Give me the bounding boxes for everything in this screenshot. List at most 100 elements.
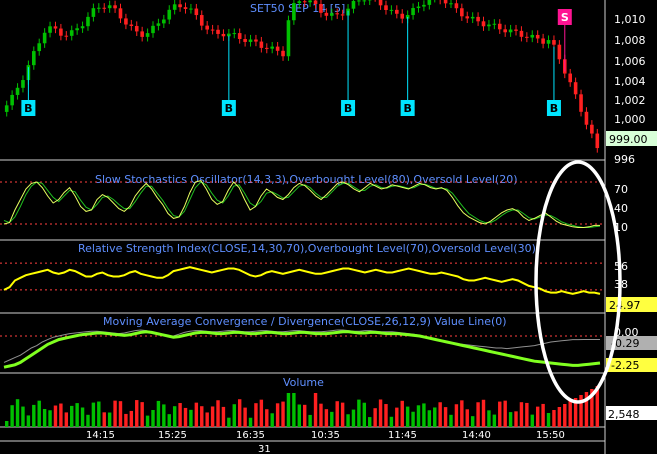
candle-body	[335, 13, 340, 15]
candle-body	[313, 0, 318, 5]
macd-title: Moving Average Convergence / Divergence(…	[103, 315, 507, 328]
volume-bar	[232, 404, 236, 427]
candle-body	[324, 12, 329, 16]
volume-bar	[270, 413, 274, 427]
signal-label: S	[561, 11, 569, 24]
candle-body	[460, 8, 464, 17]
candle-body	[595, 133, 600, 149]
volume-title: Volume	[283, 376, 324, 389]
candle-body	[151, 25, 155, 34]
volume-bar	[259, 399, 264, 427]
time-tick-label: 15:25	[158, 430, 187, 441]
stoch-tick-label: 70	[614, 183, 628, 196]
macd-line-value: -2.25	[611, 359, 639, 372]
macd-line	[3, 330, 601, 369]
volume-bar	[292, 393, 296, 427]
signal-label: B	[550, 102, 558, 115]
candle-body	[275, 46, 280, 51]
candle-body	[86, 16, 90, 27]
candle-body	[270, 46, 274, 49]
volume-bar	[32, 404, 36, 427]
candle-body	[4, 105, 9, 112]
volume-bar	[568, 401, 572, 427]
volume-bar	[124, 413, 128, 427]
volume-bar	[26, 415, 31, 427]
volume-bar	[10, 405, 14, 427]
candle-body	[232, 33, 237, 35]
candle-body	[237, 33, 242, 39]
candle-body	[156, 23, 161, 26]
candle-body	[362, 0, 367, 2]
candle-body	[579, 94, 583, 112]
candle-body	[243, 38, 247, 42]
volume-bar	[21, 406, 25, 427]
volume-bar	[433, 407, 437, 427]
candle-body	[416, 6, 421, 9]
price-tick-label: 1,002	[614, 94, 646, 107]
volume-bar	[5, 421, 9, 427]
candle-body	[449, 3, 453, 5]
candle-body	[573, 82, 578, 95]
volume-bar	[330, 411, 334, 427]
volume-bar	[70, 405, 74, 427]
volume-bar	[443, 407, 448, 427]
date-label: 31	[258, 444, 271, 454]
volume-bar	[151, 410, 155, 427]
volume-bar	[351, 409, 356, 427]
volume-bar	[405, 406, 410, 427]
volume-bar	[384, 404, 388, 427]
volume-bar	[470, 416, 475, 427]
stoch-tick-label: 40	[614, 202, 628, 215]
candle-body	[525, 36, 529, 38]
volume-bar	[308, 414, 312, 427]
volume-bar	[487, 410, 491, 427]
volume-bar	[178, 403, 182, 427]
volume-bar	[535, 406, 540, 427]
volume-bar	[368, 417, 372, 427]
chart-stage: SET50 SEP 14 [5] Slow Stochastics Oscill…	[0, 0, 657, 454]
price-tick-label: 1,004	[614, 75, 646, 88]
candle-body	[15, 87, 20, 95]
volume-bar	[362, 402, 367, 427]
candle-body	[557, 44, 562, 60]
candle-body	[530, 34, 535, 38]
volume-bar	[135, 400, 139, 427]
candle-body	[64, 35, 69, 37]
volume-bar	[265, 409, 269, 427]
volume-bar	[162, 404, 166, 427]
candle-body	[102, 7, 107, 9]
candle-body	[75, 28, 79, 31]
volume-bar	[525, 402, 529, 427]
price-chart-title: SET50 SEP 14 [5]	[250, 2, 345, 15]
stock-chart-svg: SET50 SEP 14 [5] Slow Stochastics Oscill…	[0, 0, 657, 454]
volume-bar	[389, 416, 394, 427]
candle-body	[178, 4, 182, 8]
rsi-current-value: 24.97	[609, 299, 641, 312]
candle-body	[568, 73, 572, 83]
candle-body	[199, 15, 204, 26]
candle-body	[264, 47, 269, 49]
volume-bar	[194, 402, 199, 427]
stoch-k-line	[3, 180, 600, 228]
candle-body	[384, 5, 388, 11]
candle-body	[476, 16, 480, 22]
candle-body	[454, 3, 459, 9]
candle-body	[210, 29, 215, 31]
volume-bar	[427, 410, 432, 427]
candle-body	[389, 9, 394, 11]
volume-bar	[563, 404, 567, 427]
price-tick-label: 1,010	[614, 13, 646, 26]
candle-body	[21, 80, 25, 88]
volume-bar	[378, 399, 383, 427]
volume-current-value: 2,548	[608, 408, 640, 421]
candle-body	[42, 32, 47, 44]
candle-body	[32, 51, 36, 66]
volume-bar	[557, 407, 562, 427]
time-tick-label: 16:35	[236, 430, 265, 441]
candle-body	[340, 14, 345, 16]
candle-body	[59, 28, 63, 36]
candle-body	[400, 13, 405, 19]
candle-body	[194, 8, 199, 16]
volume-bar	[37, 400, 41, 427]
stoch-d-line	[3, 181, 601, 228]
